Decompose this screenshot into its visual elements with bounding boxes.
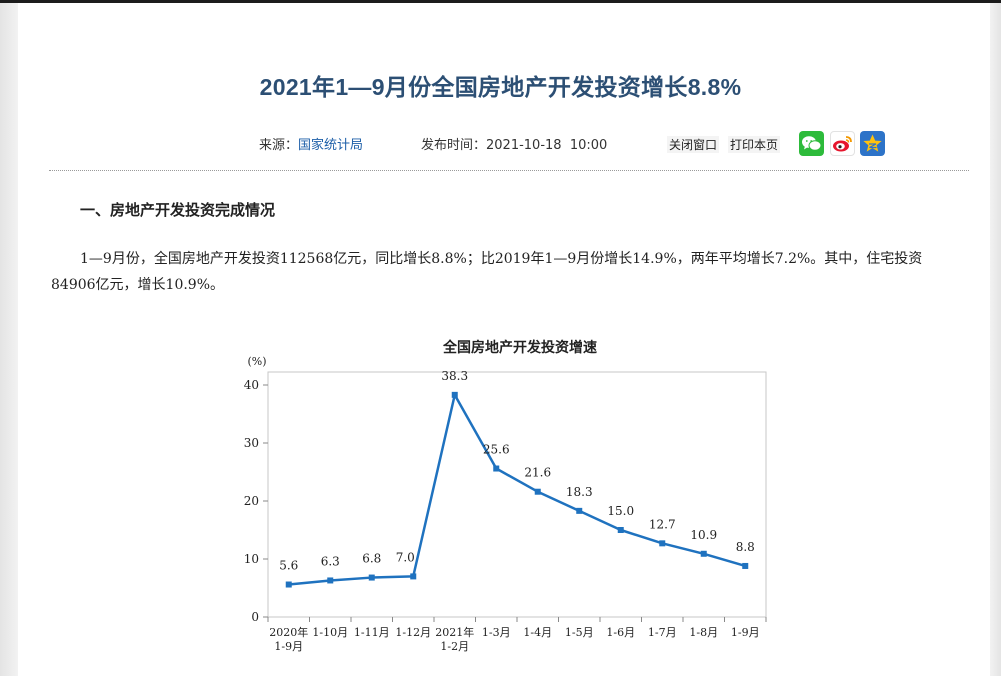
- data-label: 21.6: [524, 466, 551, 480]
- data-label: 12.7: [649, 517, 676, 531]
- x-tick-label: 1-9月: [731, 626, 760, 639]
- data-label: 10.9: [690, 528, 717, 542]
- data-point: [285, 581, 292, 588]
- data-point: [368, 574, 375, 581]
- data-point: [451, 391, 458, 398]
- y-axis-label: (%): [247, 355, 266, 368]
- x-tick-label: 1-6月: [606, 626, 635, 639]
- data-label: 7.0: [396, 550, 415, 564]
- data-point: [410, 573, 417, 580]
- x-tick-label: 1-12月: [395, 626, 431, 639]
- data-point: [700, 550, 707, 557]
- x-tick-label: 1-4月: [523, 626, 552, 639]
- x-tick-label: 1-7月: [648, 626, 677, 639]
- series-line: [288, 393, 746, 586]
- data-label: 15.0: [607, 504, 634, 518]
- x-tick-label: 1-11月: [354, 626, 390, 639]
- data-label: 6.3: [321, 554, 340, 568]
- y-tick-label: 20: [244, 494, 259, 508]
- x-tick-label: 2020年 1-9月: [269, 625, 308, 653]
- data-point: [493, 465, 500, 472]
- data-point: [534, 488, 541, 495]
- x-tick-label: 1-5月: [565, 626, 594, 639]
- data-point: [327, 577, 334, 584]
- data-point: [617, 527, 624, 533]
- y-tick-label: 0: [251, 610, 259, 624]
- data-label: 6.8: [362, 552, 381, 566]
- x-tick-label: 1-8月: [689, 626, 718, 639]
- data-label: 38.3: [441, 369, 468, 383]
- y-tick-label: 30: [244, 436, 259, 450]
- y-tick-label: 40: [244, 378, 259, 392]
- data-label: 8.8: [736, 540, 755, 554]
- x-tick-label: 1-10月: [312, 626, 348, 639]
- data-label: 25.6: [483, 443, 510, 457]
- data-point: [742, 562, 749, 569]
- data-label: 5.6: [279, 559, 298, 573]
- data-label: 18.3: [566, 485, 593, 499]
- x-tick-label: 2021年 1-2月: [435, 625, 474, 653]
- data-point: [576, 507, 583, 514]
- data-point: [659, 540, 666, 547]
- y-tick-label: 10: [244, 552, 259, 566]
- line-chart: (%) 0 10 20 30 40 2020年 1-9月 1-10月 1-11月 1-12月 2021…: [244, 355, 767, 653]
- x-tick-label: 1-3月: [482, 626, 511, 639]
